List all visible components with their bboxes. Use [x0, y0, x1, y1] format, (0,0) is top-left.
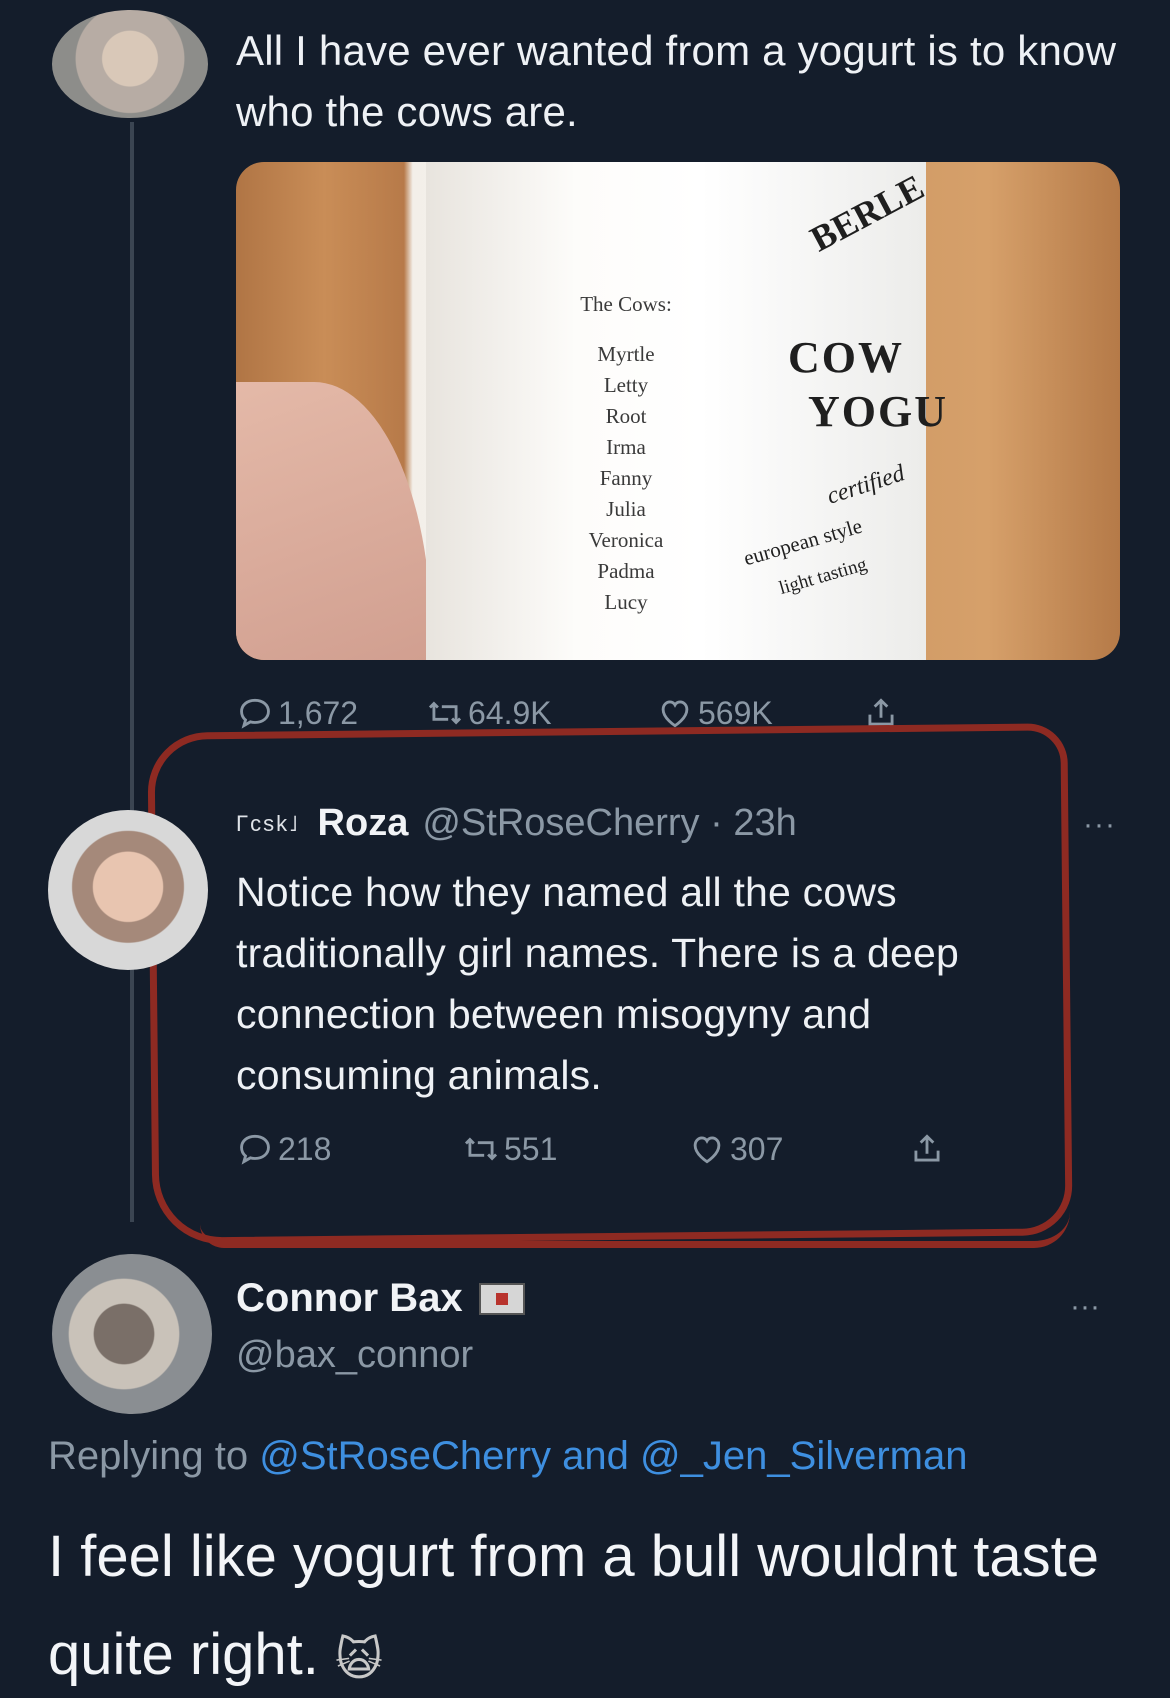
- retweet-icon: [464, 1137, 498, 1161]
- handle[interactable]: @bax_connor: [236, 1334, 473, 1377]
- product-name-line1: COW: [788, 333, 904, 382]
- avatar[interactable]: [52, 1254, 212, 1414]
- tweet-text: I feel like yogurt from a bull wouldnt t…: [48, 1508, 1128, 1698]
- cow-name: Root: [605, 404, 647, 428]
- tweet-actions: 218 551 307: [236, 1130, 950, 1168]
- yogurt-photo[interactable]: The Cows: Myrtle Letty Root Irma Fanny J…: [236, 162, 1120, 660]
- thread-connector-line: [130, 122, 134, 1222]
- handle-and-time[interactable]: @StRoseCherry · 23h: [422, 802, 796, 845]
- mention-link[interactable]: @StRoseCherry: [259, 1434, 551, 1478]
- retweet-count: 551: [504, 1130, 558, 1167]
- cows-list: The Cows: Myrtle Letty Root Irma Fanny J…: [536, 292, 716, 618]
- reply-icon: [240, 1134, 270, 1165]
- heart-icon: [693, 1136, 721, 1164]
- tweet-text: Notice how they named all the cows tradi…: [236, 869, 960, 1098]
- retweet-count: 64.9K: [468, 694, 552, 731]
- tweet-header: Connor Bax: [236, 1276, 525, 1321]
- replying-to-line: Replying to @StRoseCherry and @_Jen_Silv…: [48, 1434, 967, 1479]
- photo-background-pink: [236, 382, 431, 660]
- canada-flag-icon: [478, 1282, 525, 1315]
- scream-cat-emoji-icon: 🙀: [334, 1632, 383, 1685]
- name-flair: Γcsk˩: [236, 810, 300, 836]
- cow-name: Letty: [603, 373, 649, 397]
- cow-name: Fanny: [599, 466, 653, 490]
- retweet-button[interactable]: 551: [462, 1130, 688, 1168]
- tweet-thread: All I have ever wanted from a yogurt is …: [0, 0, 1170, 1698]
- share-button[interactable]: [908, 1130, 950, 1168]
- display-name[interactable]: Roza: [318, 802, 409, 845]
- like-count: 307: [730, 1130, 784, 1167]
- more-options-icon[interactable]: ···: [1083, 808, 1116, 842]
- red-highlight-stroke: [200, 1212, 1070, 1248]
- reply-button[interactable]: 218: [236, 1130, 462, 1168]
- tweet-header: Γcsk˩ Roza @StRoseCherry · 23h: [236, 802, 1136, 845]
- reply-count: 1,672: [278, 694, 359, 731]
- tweet-text: All I have ever wanted from a yogurt is …: [236, 27, 1117, 135]
- product-name-line2: YOGU: [808, 387, 948, 436]
- cow-name: Padma: [597, 559, 655, 583]
- like-button[interactable]: 307: [688, 1130, 908, 1168]
- reply-text: I feel like yogurt from a bull wouldnt t…: [48, 1524, 1099, 1687]
- replying-and: and: [562, 1434, 629, 1478]
- more-options-icon[interactable]: ···: [1070, 1290, 1100, 1324]
- cow-name: Myrtle: [597, 342, 655, 366]
- reply-count: 218: [278, 1130, 332, 1167]
- display-name[interactable]: Connor Bax: [236, 1276, 463, 1321]
- avatar[interactable]: [52, 10, 208, 118]
- mention-link[interactable]: @_Jen_Silverman: [640, 1434, 967, 1478]
- retweet-button[interactable]: 64.9K: [426, 694, 656, 732]
- avatar[interactable]: [48, 810, 208, 970]
- cows-list-title: The Cows:: [580, 292, 672, 316]
- replying-to-label: Replying to: [48, 1434, 249, 1478]
- cow-name: Veronica: [588, 528, 664, 552]
- reply-icon: [240, 698, 270, 729]
- cow-name: Julia: [606, 497, 646, 521]
- share-icon: [914, 1134, 940, 1162]
- cow-name: Lucy: [604, 590, 648, 614]
- reply-button[interactable]: 1,672: [236, 694, 426, 732]
- retweet-icon: [428, 701, 462, 725]
- cow-name: Irma: [606, 435, 646, 459]
